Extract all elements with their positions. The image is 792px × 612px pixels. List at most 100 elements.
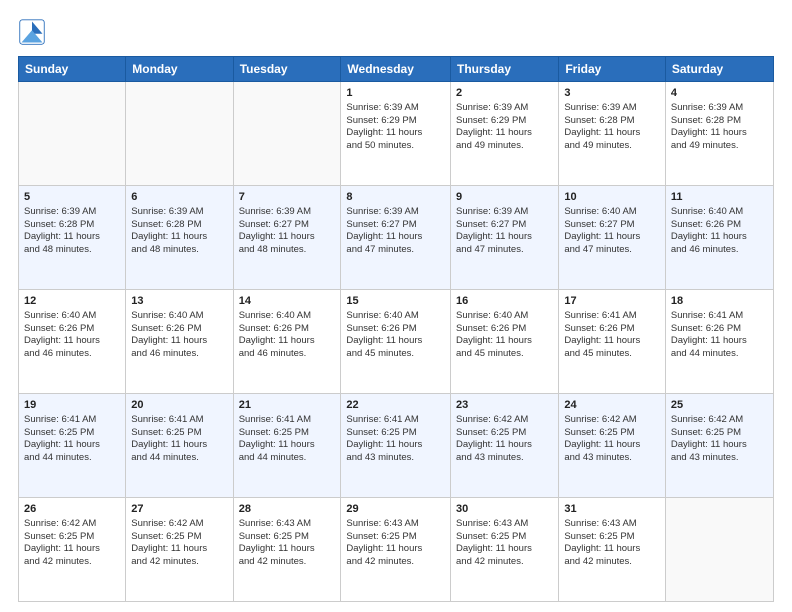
calendar-cell: 31Sunrise: 6:43 AM Sunset: 6:25 PM Dayli…: [559, 498, 666, 602]
calendar-cell: 22Sunrise: 6:41 AM Sunset: 6:25 PM Dayli…: [341, 394, 451, 498]
day-number: 2: [456, 86, 553, 101]
day-number: 25: [671, 398, 768, 413]
day-number: 30: [456, 502, 553, 517]
calendar-day-header: Sunday: [19, 57, 126, 82]
calendar-cell: 17Sunrise: 6:41 AM Sunset: 6:26 PM Dayli…: [559, 290, 666, 394]
calendar-cell: 6Sunrise: 6:39 AM Sunset: 6:28 PM Daylig…: [126, 186, 233, 290]
day-number: 11: [671, 190, 768, 205]
calendar-day-header: Wednesday: [341, 57, 451, 82]
day-info: Sunrise: 6:41 AM Sunset: 6:25 PM Dayligh…: [239, 414, 336, 465]
day-number: 7: [239, 190, 336, 205]
day-info: Sunrise: 6:41 AM Sunset: 6:26 PM Dayligh…: [671, 310, 768, 361]
logo-icon: [18, 18, 46, 46]
day-number: 28: [239, 502, 336, 517]
day-number: 20: [131, 398, 227, 413]
day-info: Sunrise: 6:42 AM Sunset: 6:25 PM Dayligh…: [671, 414, 768, 465]
day-number: 27: [131, 502, 227, 517]
calendar-cell: 23Sunrise: 6:42 AM Sunset: 6:25 PM Dayli…: [451, 394, 559, 498]
calendar-day-header: Monday: [126, 57, 233, 82]
day-number: 19: [24, 398, 120, 413]
day-number: 9: [456, 190, 553, 205]
calendar-cell: 9Sunrise: 6:39 AM Sunset: 6:27 PM Daylig…: [451, 186, 559, 290]
calendar-cell: 14Sunrise: 6:40 AM Sunset: 6:26 PM Dayli…: [233, 290, 341, 394]
day-info: Sunrise: 6:40 AM Sunset: 6:26 PM Dayligh…: [131, 310, 227, 361]
calendar-cell: 16Sunrise: 6:40 AM Sunset: 6:26 PM Dayli…: [451, 290, 559, 394]
calendar-cell: 1Sunrise: 6:39 AM Sunset: 6:29 PM Daylig…: [341, 82, 451, 186]
day-number: 15: [346, 294, 445, 309]
day-number: 1: [346, 86, 445, 101]
calendar-cell: 13Sunrise: 6:40 AM Sunset: 6:26 PM Dayli…: [126, 290, 233, 394]
day-info: Sunrise: 6:42 AM Sunset: 6:25 PM Dayligh…: [131, 518, 227, 569]
calendar-cell: 4Sunrise: 6:39 AM Sunset: 6:28 PM Daylig…: [665, 82, 773, 186]
calendar-week-row: 5Sunrise: 6:39 AM Sunset: 6:28 PM Daylig…: [19, 186, 774, 290]
calendar-cell: [665, 498, 773, 602]
header: [18, 18, 774, 46]
calendar-cell: 21Sunrise: 6:41 AM Sunset: 6:25 PM Dayli…: [233, 394, 341, 498]
day-info: Sunrise: 6:39 AM Sunset: 6:27 PM Dayligh…: [346, 206, 445, 257]
day-info: Sunrise: 6:43 AM Sunset: 6:25 PM Dayligh…: [239, 518, 336, 569]
day-info: Sunrise: 6:39 AM Sunset: 6:27 PM Dayligh…: [239, 206, 336, 257]
calendar-cell: [126, 82, 233, 186]
day-info: Sunrise: 6:39 AM Sunset: 6:28 PM Dayligh…: [131, 206, 227, 257]
day-info: Sunrise: 6:40 AM Sunset: 6:26 PM Dayligh…: [671, 206, 768, 257]
day-info: Sunrise: 6:40 AM Sunset: 6:26 PM Dayligh…: [456, 310, 553, 361]
calendar-table: SundayMondayTuesdayWednesdayThursdayFrid…: [18, 56, 774, 602]
day-info: Sunrise: 6:43 AM Sunset: 6:25 PM Dayligh…: [456, 518, 553, 569]
day-info: Sunrise: 6:43 AM Sunset: 6:25 PM Dayligh…: [346, 518, 445, 569]
day-number: 3: [564, 86, 660, 101]
calendar-cell: 28Sunrise: 6:43 AM Sunset: 6:25 PM Dayli…: [233, 498, 341, 602]
day-info: Sunrise: 6:41 AM Sunset: 6:25 PM Dayligh…: [346, 414, 445, 465]
day-number: 18: [671, 294, 768, 309]
day-info: Sunrise: 6:40 AM Sunset: 6:27 PM Dayligh…: [564, 206, 660, 257]
day-info: Sunrise: 6:39 AM Sunset: 6:27 PM Dayligh…: [456, 206, 553, 257]
calendar-cell: 29Sunrise: 6:43 AM Sunset: 6:25 PM Dayli…: [341, 498, 451, 602]
day-info: Sunrise: 6:39 AM Sunset: 6:28 PM Dayligh…: [671, 102, 768, 153]
calendar-week-row: 19Sunrise: 6:41 AM Sunset: 6:25 PM Dayli…: [19, 394, 774, 498]
calendar-week-row: 12Sunrise: 6:40 AM Sunset: 6:26 PM Dayli…: [19, 290, 774, 394]
day-number: 4: [671, 86, 768, 101]
day-number: 12: [24, 294, 120, 309]
calendar-cell: 15Sunrise: 6:40 AM Sunset: 6:26 PM Dayli…: [341, 290, 451, 394]
day-number: 31: [564, 502, 660, 517]
calendar-day-header: Saturday: [665, 57, 773, 82]
day-info: Sunrise: 6:41 AM Sunset: 6:25 PM Dayligh…: [131, 414, 227, 465]
day-info: Sunrise: 6:39 AM Sunset: 6:28 PM Dayligh…: [24, 206, 120, 257]
day-info: Sunrise: 6:40 AM Sunset: 6:26 PM Dayligh…: [24, 310, 120, 361]
day-number: 10: [564, 190, 660, 205]
day-number: 21: [239, 398, 336, 413]
calendar-day-header: Thursday: [451, 57, 559, 82]
day-info: Sunrise: 6:42 AM Sunset: 6:25 PM Dayligh…: [456, 414, 553, 465]
day-number: 13: [131, 294, 227, 309]
day-info: Sunrise: 6:42 AM Sunset: 6:25 PM Dayligh…: [24, 518, 120, 569]
day-info: Sunrise: 6:41 AM Sunset: 6:26 PM Dayligh…: [564, 310, 660, 361]
day-info: Sunrise: 6:40 AM Sunset: 6:26 PM Dayligh…: [346, 310, 445, 361]
page: SundayMondayTuesdayWednesdayThursdayFrid…: [0, 0, 792, 612]
calendar-cell: 5Sunrise: 6:39 AM Sunset: 6:28 PM Daylig…: [19, 186, 126, 290]
day-number: 23: [456, 398, 553, 413]
calendar-cell: 27Sunrise: 6:42 AM Sunset: 6:25 PM Dayli…: [126, 498, 233, 602]
calendar-cell: [19, 82, 126, 186]
calendar-day-header: Tuesday: [233, 57, 341, 82]
calendar-cell: 11Sunrise: 6:40 AM Sunset: 6:26 PM Dayli…: [665, 186, 773, 290]
calendar-cell: 24Sunrise: 6:42 AM Sunset: 6:25 PM Dayli…: [559, 394, 666, 498]
day-info: Sunrise: 6:39 AM Sunset: 6:28 PM Dayligh…: [564, 102, 660, 153]
calendar-cell: 19Sunrise: 6:41 AM Sunset: 6:25 PM Dayli…: [19, 394, 126, 498]
day-info: Sunrise: 6:41 AM Sunset: 6:25 PM Dayligh…: [24, 414, 120, 465]
day-info: Sunrise: 6:42 AM Sunset: 6:25 PM Dayligh…: [564, 414, 660, 465]
calendar-cell: 10Sunrise: 6:40 AM Sunset: 6:27 PM Dayli…: [559, 186, 666, 290]
day-number: 22: [346, 398, 445, 413]
day-number: 14: [239, 294, 336, 309]
day-info: Sunrise: 6:40 AM Sunset: 6:26 PM Dayligh…: [239, 310, 336, 361]
day-number: 17: [564, 294, 660, 309]
day-info: Sunrise: 6:39 AM Sunset: 6:29 PM Dayligh…: [346, 102, 445, 153]
day-number: 8: [346, 190, 445, 205]
calendar-cell: 30Sunrise: 6:43 AM Sunset: 6:25 PM Dayli…: [451, 498, 559, 602]
day-number: 24: [564, 398, 660, 413]
calendar-week-row: 26Sunrise: 6:42 AM Sunset: 6:25 PM Dayli…: [19, 498, 774, 602]
calendar-cell: 12Sunrise: 6:40 AM Sunset: 6:26 PM Dayli…: [19, 290, 126, 394]
day-number: 26: [24, 502, 120, 517]
day-number: 6: [131, 190, 227, 205]
calendar-cell: 8Sunrise: 6:39 AM Sunset: 6:27 PM Daylig…: [341, 186, 451, 290]
calendar-cell: 2Sunrise: 6:39 AM Sunset: 6:29 PM Daylig…: [451, 82, 559, 186]
calendar-cell: 7Sunrise: 6:39 AM Sunset: 6:27 PM Daylig…: [233, 186, 341, 290]
